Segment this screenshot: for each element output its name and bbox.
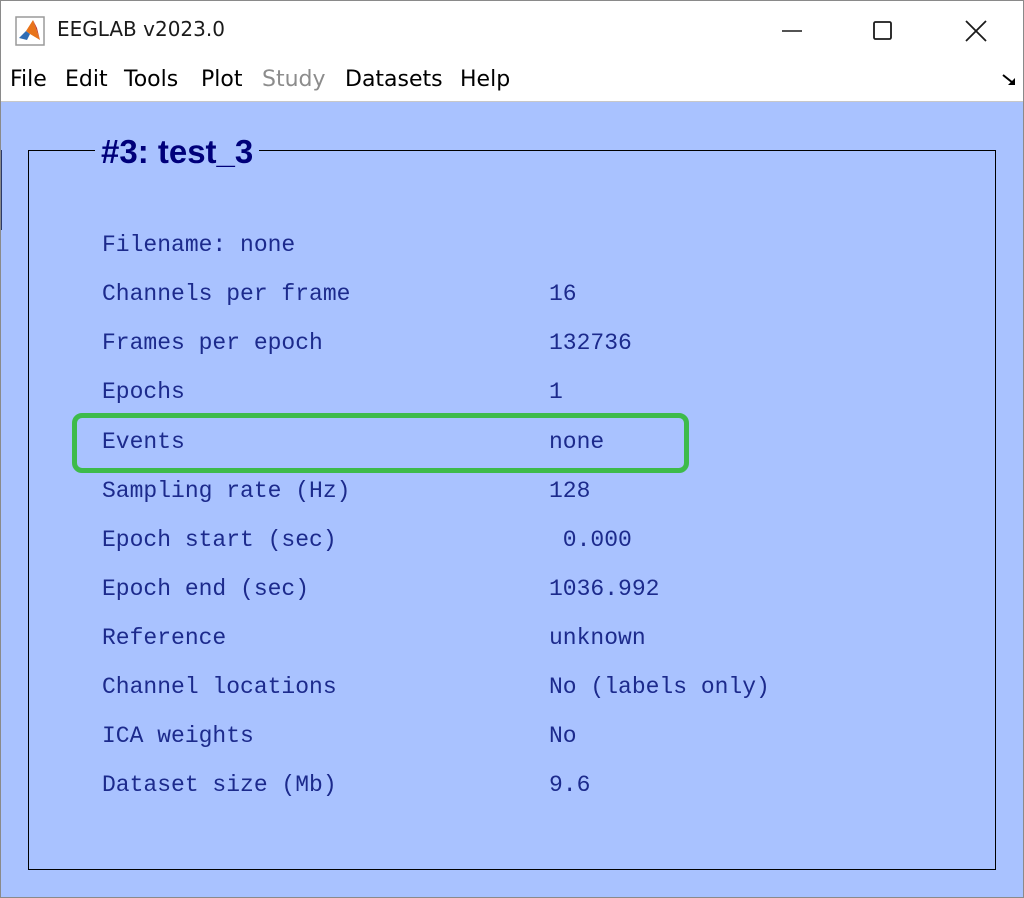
events-row-highlight — [72, 413, 689, 473]
window-title: EEGLAB v2023.0 — [57, 17, 225, 41]
dataset-panel — [28, 150, 996, 870]
info-row: Frames per epoch 132736 — [1, 330, 1023, 360]
info-row: ICA weights No — [1, 723, 1023, 753]
menu-study[interactable]: Study — [262, 67, 326, 92]
info-value: No (labels only) — [549, 674, 770, 700]
filename-text: Filename: none — [102, 232, 296, 258]
info-row: Epoch end (sec) 1036.992 — [1, 576, 1023, 606]
info-label: Channels per frame — [102, 281, 351, 307]
info-row: Reference unknown — [1, 625, 1023, 655]
info-value: 9.6 — [549, 772, 591, 798]
info-row: Epoch start (sec) 0.000 — [1, 527, 1023, 557]
info-label: Epochs — [102, 379, 185, 405]
menu-edit[interactable]: Edit — [65, 67, 108, 92]
info-label: Reference — [102, 625, 227, 651]
menu-file[interactable]: File — [10, 67, 47, 92]
maximize-button[interactable] — [860, 11, 906, 51]
dataset-title: #3: test_3 — [95, 130, 260, 174]
minimize-button[interactable] — [769, 11, 815, 51]
info-value: 0.000 — [549, 527, 632, 553]
info-label: Epoch end (sec) — [102, 576, 310, 602]
info-label: Epoch start (sec) — [102, 527, 337, 553]
menu-plot[interactable]: Plot — [201, 67, 242, 92]
info-label: Frames per epoch — [102, 330, 323, 356]
info-value: 1 — [549, 379, 563, 405]
close-button[interactable] — [953, 11, 999, 51]
info-row: Channel locations No (labels only) — [1, 674, 1023, 704]
info-label: Dataset size (Mb) — [102, 772, 337, 798]
maximize-icon — [873, 21, 892, 40]
info-label: Channel locations — [102, 674, 337, 700]
eeglab-window: EEGLAB v2023.0 File Edit Tools Plot Stud… — [0, 0, 1024, 898]
dataset-info-area: #3: test_3 Filename: none Channels per f… — [1, 102, 1023, 897]
info-label: Sampling rate (Hz) — [102, 478, 351, 504]
info-value: 128 — [549, 478, 591, 504]
info-label: ICA weights — [102, 723, 254, 749]
info-value: 1036.992 — [549, 576, 660, 602]
menu-tools[interactable]: Tools — [124, 67, 178, 92]
dock-arrow-icon[interactable] — [1001, 73, 1017, 87]
info-value: No — [549, 723, 577, 749]
info-value: 132736 — [549, 330, 632, 356]
matlab-icon — [15, 16, 45, 46]
info-row: Dataset size (Mb) 9.6 — [1, 772, 1023, 802]
info-value: 16 — [549, 281, 577, 307]
menu-datasets[interactable]: Datasets — [345, 67, 443, 92]
info-row: Sampling rate (Hz) 128 — [1, 478, 1023, 508]
menu-bar: File Edit Tools Plot Study Datasets Help — [1, 61, 1023, 102]
close-icon — [965, 20, 987, 42]
minimize-icon — [782, 30, 802, 32]
info-row: Channels per frame 16 — [1, 281, 1023, 311]
title-bar[interactable]: EEGLAB v2023.0 — [1, 1, 1023, 61]
window-edge-mark — [1, 150, 2, 230]
info-value: unknown — [549, 625, 646, 651]
info-row: Epochs 1 — [1, 379, 1023, 409]
menu-help[interactable]: Help — [460, 67, 510, 92]
